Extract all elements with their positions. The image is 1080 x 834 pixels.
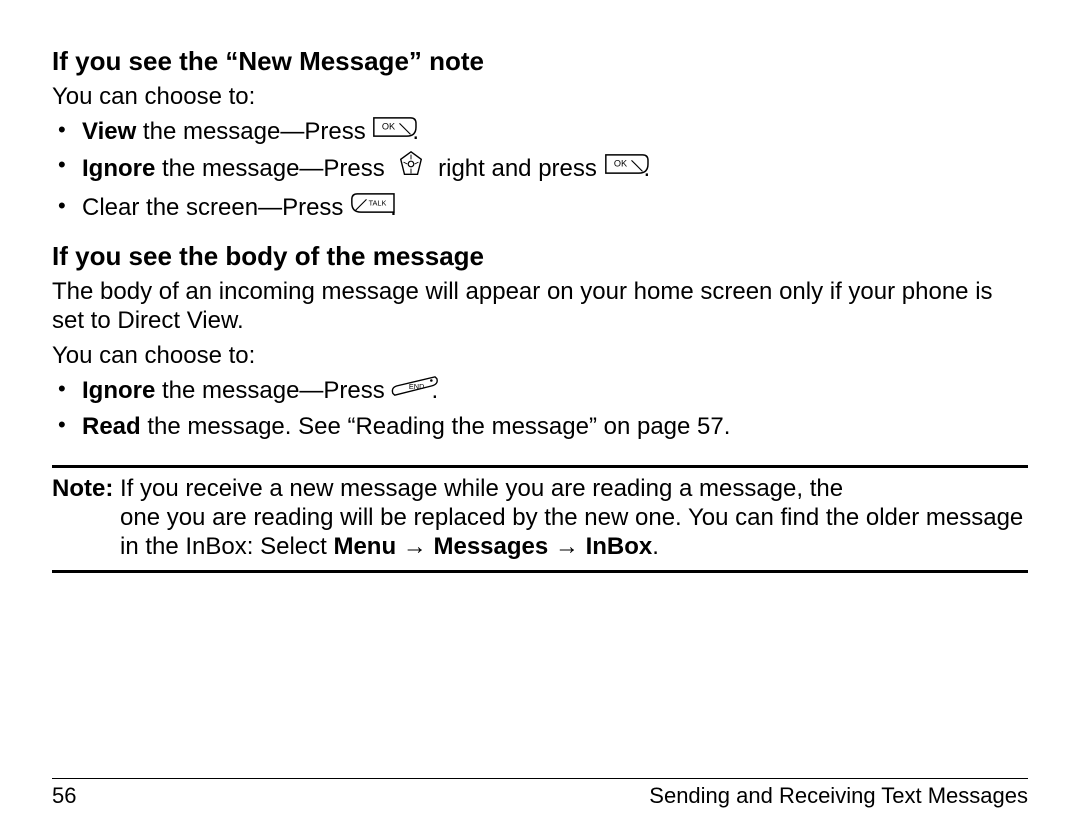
- chapter-title: Sending and Receiving Text Messages: [649, 783, 1028, 810]
- ignore-bold: Ignore: [82, 155, 155, 182]
- ok-key-icon: OK: [604, 153, 644, 182]
- options-list-2: Ignore the message—Press END . Read the …: [52, 376, 1028, 441]
- svg-text:TALK: TALK: [369, 198, 387, 207]
- note-label: Note:: [52, 475, 113, 502]
- option-ignore-2: Ignore the message—Press END .: [82, 376, 1028, 406]
- note-inbox: InBox: [586, 533, 653, 560]
- note-period: .: [652, 533, 659, 560]
- note-arrow-1: →: [396, 533, 433, 560]
- intro-choose-2: You can choose to:: [52, 341, 1028, 370]
- note-text-1: If you receive a new message while you a…: [120, 475, 843, 502]
- svg-text:OK: OK: [613, 159, 626, 169]
- read-text: the message. See “Reading the message” o…: [141, 413, 731, 440]
- heading-body-message: If you see the body of the message: [52, 241, 1028, 273]
- read-bold: Read: [82, 413, 141, 440]
- intro-choose-1: You can choose to:: [52, 82, 1028, 111]
- page-footer: 56 Sending and Receiving Text Messages: [52, 778, 1028, 810]
- svg-text:OK: OK: [382, 122, 395, 132]
- talk-key-icon: TALK: [350, 192, 390, 221]
- note-block: Note: If you receive a new message while…: [52, 465, 1028, 573]
- note-arrow-2: →: [548, 533, 585, 560]
- options-list-1: View the message—Press OK . Ignore the m…: [52, 117, 1028, 223]
- view-text: the message—Press: [136, 118, 372, 145]
- ok-key-icon: OK: [372, 116, 412, 145]
- option-ignore: Ignore the message—Press right and press…: [82, 152, 1028, 187]
- end-key-icon: END: [391, 375, 431, 404]
- note-menu: Menu: [333, 533, 396, 560]
- note-messages: Messages: [433, 533, 548, 560]
- ignore2-text: the message—Press: [155, 377, 391, 404]
- option-clear: Clear the screen—Press TALK .: [82, 193, 1028, 223]
- ignore-text-1: the message—Press: [155, 155, 391, 182]
- nav-key-icon: [391, 150, 431, 185]
- ignore2-bold: Ignore: [82, 377, 155, 404]
- view-bold: View: [82, 118, 136, 145]
- body-para: The body of an incoming message will app…: [52, 277, 1028, 336]
- option-view: View the message—Press OK .: [82, 117, 1028, 147]
- svg-text:END: END: [409, 382, 424, 391]
- heading-new-message: If you see the “New Message” note: [52, 46, 1028, 78]
- ignore-text-2: right and press: [438, 155, 603, 182]
- page-number: 56: [52, 783, 76, 810]
- option-read: Read the message. See “Reading the messa…: [82, 412, 1028, 441]
- clear-text: Clear the screen—Press: [82, 194, 350, 221]
